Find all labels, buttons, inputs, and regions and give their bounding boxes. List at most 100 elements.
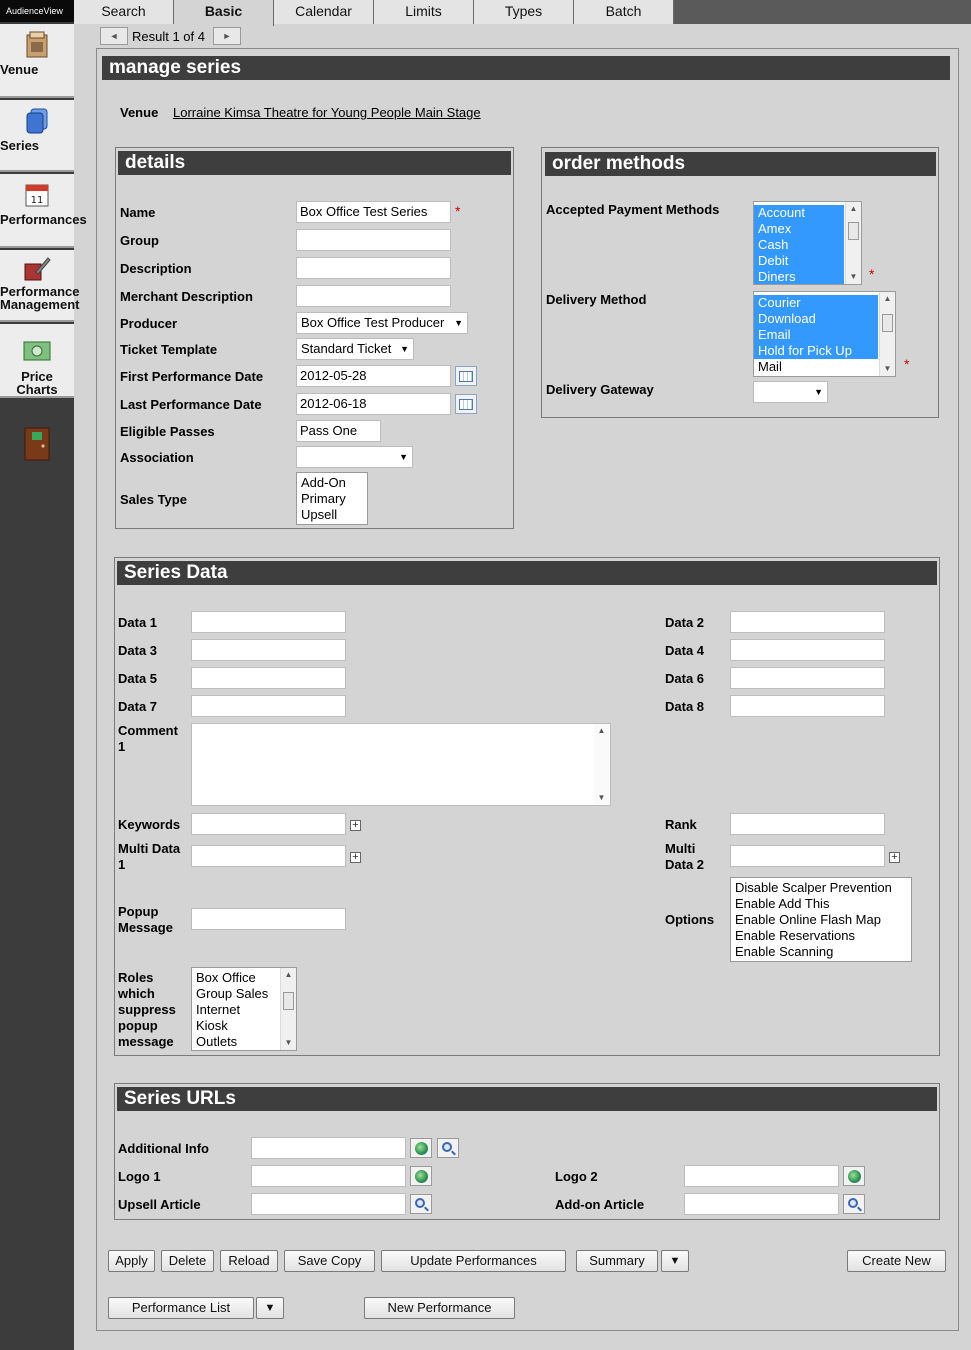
- scroll-down-icon[interactable]: ▼: [594, 791, 609, 805]
- list-item[interactable]: Download: [754, 311, 878, 327]
- scroll-down-icon[interactable]: ▼: [880, 362, 895, 376]
- list-item[interactable]: Disable Scalper Prevention: [731, 880, 911, 896]
- ticket-template-select[interactable]: Standard Ticket ▼: [296, 338, 414, 360]
- tab-calendar[interactable]: Calendar: [274, 0, 374, 24]
- last-performance-date-input[interactable]: 2012-06-18: [296, 393, 451, 415]
- list-item[interactable]: Enable Online Flash Map: [731, 912, 911, 928]
- list-item[interactable]: Email: [754, 327, 878, 343]
- add-icon[interactable]: +: [350, 852, 361, 863]
- merchant-description-input[interactable]: [296, 285, 451, 307]
- create-new-button[interactable]: Create New: [847, 1250, 946, 1272]
- tab-basic[interactable]: Basic: [174, 0, 274, 26]
- sales-type-list[interactable]: Add-On Primary Upsell: [296, 472, 368, 525]
- list-item[interactable]: Diners: [754, 269, 844, 284]
- data-1-input[interactable]: [191, 611, 346, 633]
- pager-next-button[interactable]: ►: [213, 27, 241, 45]
- add-icon[interactable]: +: [350, 820, 361, 831]
- tab-batch[interactable]: Batch: [574, 0, 674, 24]
- scroll-thumb[interactable]: [283, 992, 294, 1010]
- scroll-up-icon[interactable]: ▲: [880, 292, 895, 306]
- producer-select[interactable]: Box Office Test Producer ▼: [296, 312, 468, 334]
- apply-button[interactable]: Apply: [108, 1250, 155, 1272]
- list-item[interactable]: Cash: [754, 237, 844, 253]
- summary-button[interactable]: Summary: [576, 1250, 658, 1272]
- performance-list-button[interactable]: Performance List: [108, 1297, 254, 1319]
- add-icon[interactable]: +: [889, 852, 900, 863]
- logo-2-input[interactable]: [684, 1165, 839, 1187]
- update-performances-button[interactable]: Update Performances: [381, 1250, 566, 1272]
- rail-price-charts-button[interactable]: Price Charts: [0, 324, 74, 398]
- calendar-icon[interactable]: [455, 366, 477, 386]
- delivery-method-list[interactable]: Courier Download Email Hold for Pick Up …: [753, 291, 896, 377]
- eligible-passes-list[interactable]: Pass One: [296, 420, 381, 442]
- delete-button[interactable]: Delete: [161, 1250, 214, 1272]
- data-4-input[interactable]: [730, 639, 885, 661]
- scroll-thumb[interactable]: [882, 314, 893, 332]
- options-list[interactable]: Disable Scalper Prevention Enable Add Th…: [730, 877, 912, 962]
- scroll-up-icon[interactable]: ▲: [846, 202, 861, 216]
- rail-performances-button[interactable]: 11 Performances: [0, 174, 87, 248]
- logo-1-input[interactable]: [251, 1165, 406, 1187]
- globe-icon[interactable]: [410, 1166, 432, 1186]
- scroll-thumb[interactable]: [848, 222, 859, 240]
- save-copy-button[interactable]: Save Copy: [284, 1250, 375, 1272]
- new-performance-button[interactable]: New Performance: [364, 1297, 515, 1319]
- payment-methods-list[interactable]: Account Amex Cash Debit Diners ▲ ▼: [753, 201, 862, 285]
- data-3-input[interactable]: [191, 639, 346, 661]
- scroll-down-icon[interactable]: ▼: [281, 1036, 296, 1050]
- summary-dropdown-button[interactable]: ▼: [661, 1250, 689, 1272]
- globe-icon[interactable]: [843, 1166, 865, 1186]
- add-on-article-input[interactable]: [684, 1193, 839, 1215]
- scroll-down-icon[interactable]: ▼: [846, 270, 861, 284]
- list-item[interactable]: Add-On: [297, 475, 367, 491]
- data-7-input[interactable]: [191, 695, 346, 717]
- exit-door-icon[interactable]: [24, 427, 50, 461]
- pager-prev-button[interactable]: ◄: [100, 27, 128, 45]
- multi-data-2-input[interactable]: [730, 845, 885, 867]
- tab-types[interactable]: Types: [474, 0, 574, 24]
- performance-list-dropdown-button[interactable]: ▼: [256, 1297, 284, 1319]
- search-icon[interactable]: [410, 1194, 432, 1214]
- association-select[interactable]: ▼: [296, 446, 413, 468]
- group-input[interactable]: [296, 229, 451, 251]
- list-item[interactable]: Upsell: [297, 507, 367, 523]
- roles-list[interactable]: Box Office Group Sales Internet Kiosk Ou…: [191, 967, 297, 1051]
- data-2-input[interactable]: [730, 611, 885, 633]
- scroll-up-icon[interactable]: ▲: [281, 968, 296, 982]
- globe-icon[interactable]: [410, 1138, 432, 1158]
- list-item[interactable]: Mail: [754, 359, 878, 375]
- tab-search[interactable]: Search: [74, 0, 174, 24]
- tab-limits[interactable]: Limits: [374, 0, 474, 24]
- list-item[interactable]: Enable Add This: [731, 896, 911, 912]
- delivery-method-scrollbar[interactable]: ▲ ▼: [879, 292, 895, 376]
- description-input[interactable]: [296, 257, 451, 279]
- payment-methods-scrollbar[interactable]: ▲ ▼: [845, 202, 861, 284]
- first-performance-date-input[interactable]: 2012-05-28: [296, 365, 451, 387]
- list-item[interactable]: Amex: [754, 221, 844, 237]
- scroll-up-icon[interactable]: ▲: [594, 724, 609, 738]
- rail-venue-button[interactable]: Venue: [0, 24, 74, 98]
- list-item[interactable]: Hold for Pick Up: [754, 343, 878, 359]
- rail-performance-management-button[interactable]: Performance Management: [0, 250, 79, 322]
- delivery-gateway-select[interactable]: ▼: [753, 381, 828, 403]
- additional-info-input[interactable]: [251, 1137, 406, 1159]
- keywords-input[interactable]: [191, 813, 346, 835]
- data-8-input[interactable]: [730, 695, 885, 717]
- search-icon[interactable]: [843, 1194, 865, 1214]
- data-5-input[interactable]: [191, 667, 346, 689]
- data-6-input[interactable]: [730, 667, 885, 689]
- popup-message-input[interactable]: [191, 908, 346, 930]
- name-input[interactable]: Box Office Test Series: [296, 201, 451, 223]
- comment-1-textarea[interactable]: ▲ ▼: [191, 723, 611, 806]
- list-item[interactable]: Enable Scanning: [731, 944, 911, 960]
- list-item[interactable]: Enable Reservations: [731, 928, 911, 944]
- list-item[interactable]: Primary: [297, 491, 367, 507]
- venue-link[interactable]: Lorraine Kimsa Theatre for Young People …: [173, 105, 481, 120]
- roles-scrollbar[interactable]: ▲ ▼: [280, 968, 296, 1050]
- calendar-icon[interactable]: [455, 394, 477, 414]
- comment-scrollbar[interactable]: ▲ ▼: [594, 724, 610, 805]
- multi-data-1-input[interactable]: [191, 845, 346, 867]
- list-item[interactable]: Debit: [754, 253, 844, 269]
- upsell-article-input[interactable]: [251, 1193, 406, 1215]
- list-item[interactable]: Courier: [754, 295, 878, 311]
